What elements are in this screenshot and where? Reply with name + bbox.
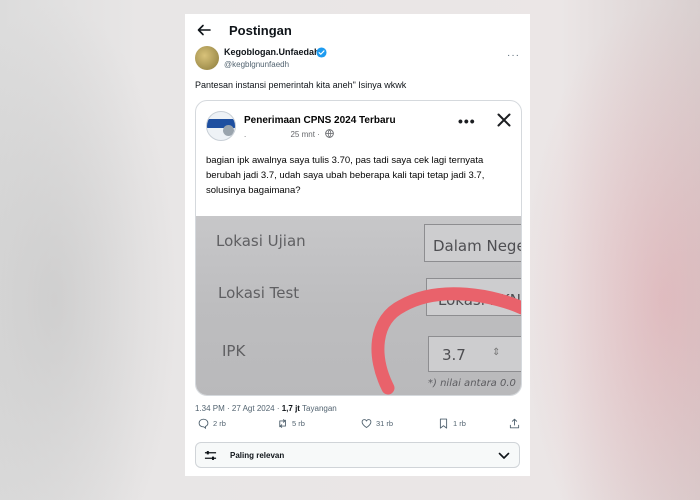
repost-button[interactable]: 5 rb: [277, 418, 305, 429]
form-screenshot-photo: Lokasi Ujian Lokasi Test IPK Dalam Nege …: [196, 216, 521, 395]
author-name[interactable]: Kegoblogan.Unfaedah: [224, 47, 320, 57]
top-bar: Postingan: [185, 14, 530, 46]
background-blur-left: [0, 0, 180, 500]
share-icon: [509, 418, 520, 429]
chevron-down-icon: [498, 452, 510, 459]
back-arrow-icon[interactable]: [195, 21, 213, 39]
views-label: Tayangan: [302, 404, 337, 413]
embedded-post-card[interactable]: Penerimaan CPNS 2024 Terbaru . 25 mnt · …: [195, 100, 522, 396]
embedded-post-text: bagian ipk awalnya saya tulis 3.70, pas …: [206, 155, 485, 196]
bookmark-button[interactable]: 1 rb: [438, 418, 466, 429]
repost-icon: [279, 419, 286, 428]
action-bar: 2 rb 5 rb 31 rb 1 rb: [195, 418, 522, 432]
embedded-post-meta: . 25 mnt ·: [244, 129, 334, 139]
reply-icon: [198, 418, 209, 429]
reply-count: 2 rb: [213, 419, 226, 428]
embedded-more-icon: •••: [458, 113, 476, 129]
post-panel: Postingan Kegoblogan.Unfaedah @kegblgnun…: [185, 14, 530, 476]
views-count: 1,7 jt: [281, 404, 300, 413]
red-circle-highlight: [371, 287, 521, 395]
embedded-post-title: Penerimaan CPNS 2024 Terbaru: [244, 115, 396, 126]
bookmark-icon: [439, 418, 448, 429]
page-avatar: [206, 111, 236, 141]
more-options-icon[interactable]: ···: [507, 50, 520, 61]
embedded-post-time: 25 mnt ·: [290, 130, 320, 139]
sliders-icon: [204, 451, 217, 460]
author-avatar[interactable]: [195, 46, 219, 70]
background-blur-right: [520, 0, 700, 500]
timestamp-text: 1.34 PM · 27 Agt 2024 ·: [195, 404, 280, 413]
bookmark-count: 1 rb: [453, 419, 466, 428]
like-count: 31 rb: [376, 419, 394, 428]
post-timestamp: 1.34 PM · 27 Agt 2024 · 1,7 jt Tayangan: [195, 404, 337, 413]
embedded-post-author-dot: .: [244, 130, 247, 139]
globe-icon: [325, 129, 334, 138]
sort-replies-dropdown[interactable]: Paling relevan: [195, 442, 520, 468]
heart-icon: [361, 419, 372, 429]
share-button[interactable]: [509, 418, 524, 429]
tweet-text: Pantesan instansi pemerintah kita aneh" …: [195, 80, 407, 90]
close-icon: [497, 113, 511, 127]
repost-count: 5 rb: [292, 419, 305, 428]
reply-button[interactable]: 2 rb: [198, 418, 226, 429]
verified-badge-icon: [316, 47, 327, 58]
author-handle[interactable]: @kegblgnunfaedh: [224, 60, 289, 69]
like-button[interactable]: 31 rb: [361, 418, 393, 429]
page-title: Postingan: [229, 23, 292, 38]
sort-label: Paling relevan: [230, 451, 285, 460]
